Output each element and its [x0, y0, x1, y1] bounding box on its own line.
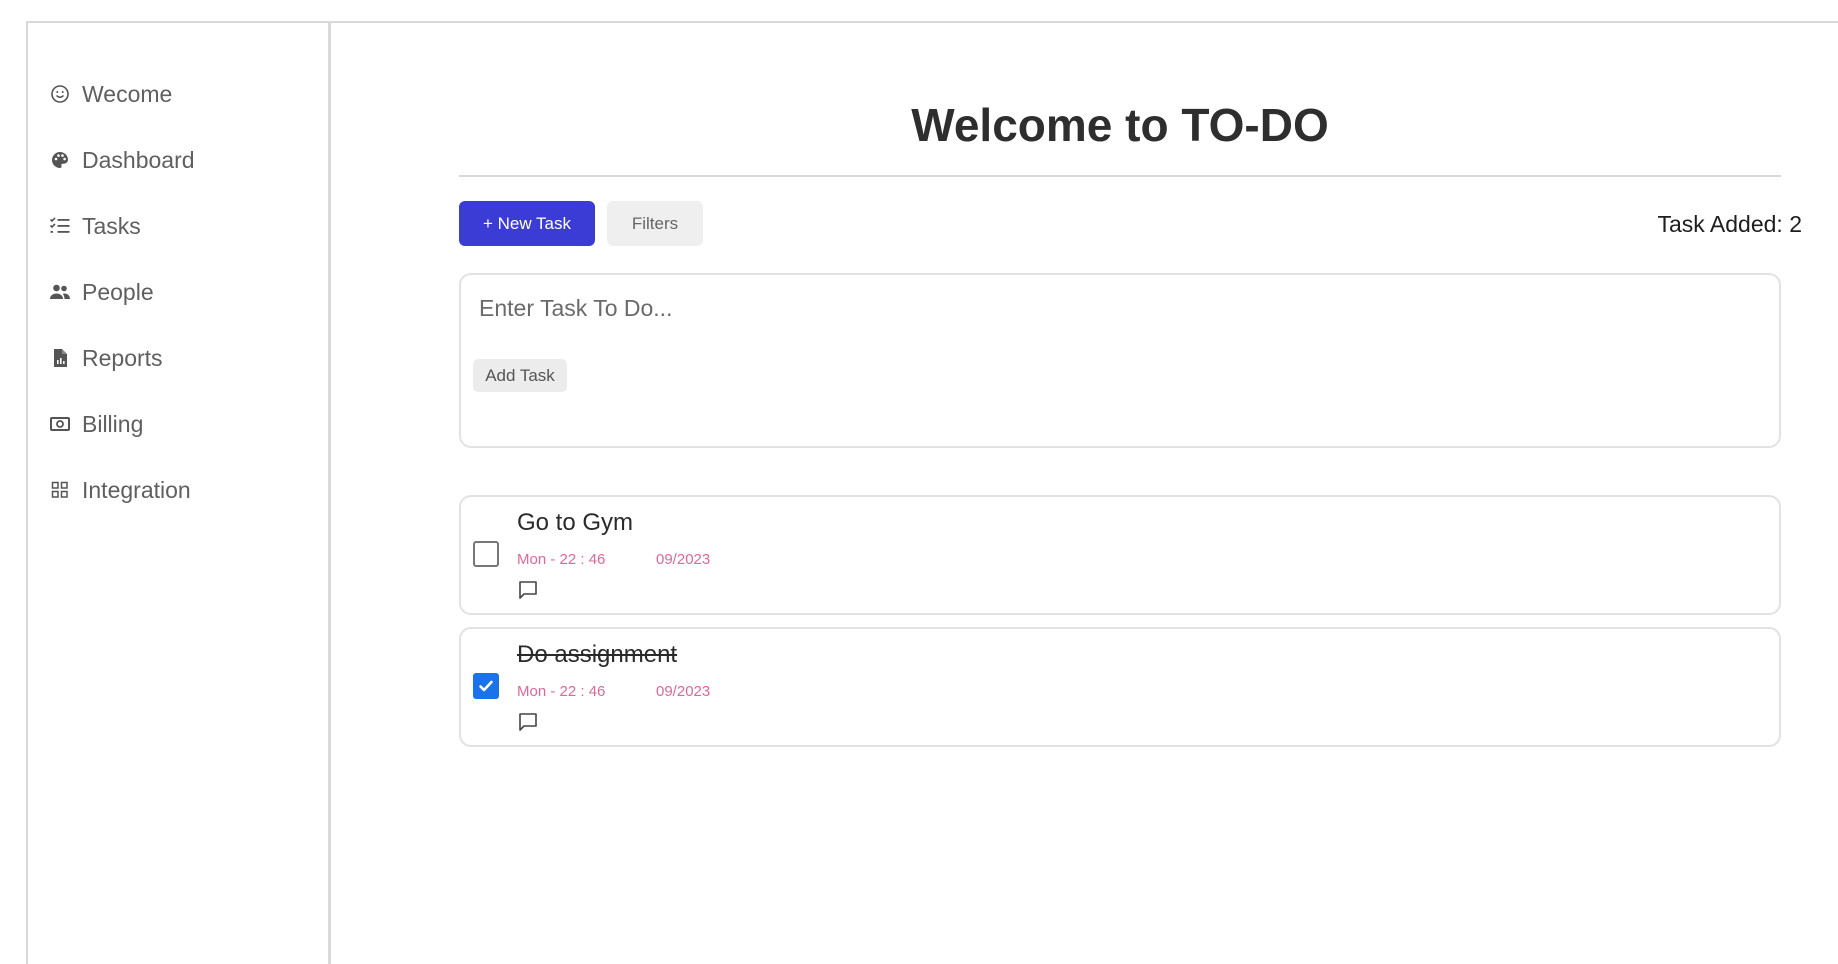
task-entry-box: Add Task [459, 273, 1781, 448]
app-frame: Wecome Dashboard Tasks People Reports Bi… [26, 21, 1838, 964]
checkmark-icon [479, 680, 493, 692]
sidebar-item-reports[interactable]: Reports [48, 342, 163, 374]
sidebar-item-label: Integration [82, 476, 191, 503]
page-title: Welcome to TO-DO [911, 99, 1329, 151]
task-date: 09/2023 [656, 551, 711, 568]
sidebar-item-integration[interactable]: Integration [48, 474, 191, 506]
task-time: Mon - 22 : 46 [517, 551, 606, 568]
task-checkbox-checked[interactable] [473, 673, 499, 699]
filters-button[interactable]: Filters [607, 201, 703, 246]
sidebar-item-billing[interactable]: Billing [48, 408, 143, 440]
sidebar-item-label: Wecome [82, 80, 173, 107]
main-content: Welcome to TO-DO + New Task Filters Task… [333, 23, 1838, 964]
title-divider [459, 175, 1781, 177]
new-task-button[interactable]: + New Task [459, 201, 595, 246]
sidebar-item-people[interactable]: People [48, 276, 154, 308]
add-task-button[interactable]: Add Task [473, 359, 567, 392]
task-title: Go to Gym [517, 509, 634, 536]
report-file-icon [48, 346, 72, 370]
people-icon [48, 280, 72, 304]
task-input[interactable] [479, 291, 1759, 325]
comment-icon[interactable] [517, 579, 539, 601]
smile-icon [48, 82, 72, 106]
sidebar-item-label: Reports [82, 344, 163, 371]
sidebar: Wecome Dashboard Tasks People Reports Bi… [28, 23, 331, 964]
comment-icon[interactable] [517, 711, 539, 733]
sidebar-item-dashboard[interactable]: Dashboard [48, 144, 195, 176]
sidebar-item-label: Dashboard [82, 146, 195, 173]
task-card: Go to Gym Mon - 22 : 46 09/2023 [459, 495, 1781, 615]
sidebar-item-tasks[interactable]: Tasks [48, 210, 141, 242]
palette-icon [48, 148, 72, 172]
task-time: Mon - 22 : 46 [517, 683, 606, 700]
sidebar-item-label: Billing [82, 410, 144, 437]
task-checkbox[interactable] [473, 541, 499, 567]
task-title: Do assignment [517, 641, 678, 668]
sidebar-item-label: Tasks [82, 212, 141, 239]
sidebar-item-welcome[interactable]: Wecome [48, 78, 172, 110]
task-card: Do assignment Mon - 22 : 46 09/2023 [459, 627, 1781, 747]
grid-icon [48, 478, 72, 502]
money-icon [48, 412, 72, 436]
checklist-icon [48, 214, 72, 238]
task-date: 09/2023 [656, 683, 711, 700]
sidebar-item-label: People [82, 278, 154, 305]
task-count: Task Added: 2 [1657, 211, 1803, 237]
